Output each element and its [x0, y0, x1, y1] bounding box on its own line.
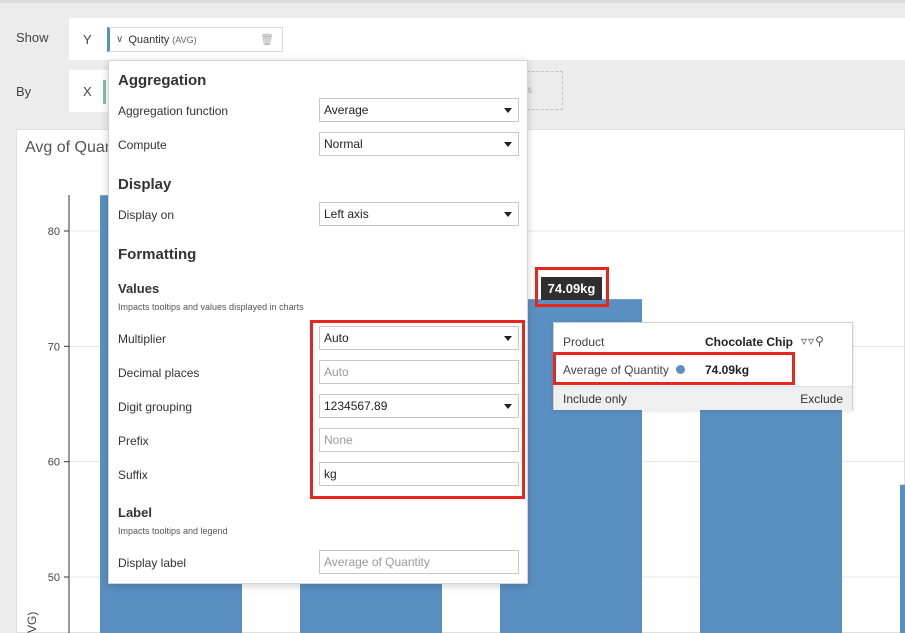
tooltip-product-label: Product: [563, 335, 605, 349]
values-subheading: Values: [118, 281, 160, 296]
aggregation-function-label: Aggregation function: [118, 104, 229, 118]
digit-grouping-select[interactable]: 1234567.89: [319, 394, 519, 418]
formatting-heading: Formatting: [118, 246, 197, 263]
display-label-label: Display label: [118, 556, 187, 570]
chart-tooltip: Product Chocolate Chip ▿▿⚲ Average of Qu…: [553, 322, 853, 410]
values-description: Impacts tooltips and values displayed in…: [118, 302, 304, 312]
bar: [900, 484, 905, 633]
suffix-label: Suffix: [118, 468, 148, 482]
display-on-select[interactable]: Left axis: [319, 202, 519, 226]
y-axis-title: VG): [25, 612, 39, 633]
y-tick-label: 80: [48, 226, 60, 238]
compute-label: Compute: [118, 138, 167, 152]
tooltip-metric-value: 74.09kg: [705, 363, 750, 377]
measure-format-popover: Aggregation Aggregation function Average…: [108, 60, 528, 584]
caret-down-icon: [504, 336, 512, 341]
digit-grouping-label: Digit grouping: [118, 400, 193, 414]
tooltip-product-value: Chocolate Chip: [705, 335, 794, 349]
series-dot-icon: [676, 365, 685, 374]
caret-down-icon: [504, 108, 512, 113]
display-label-input[interactable]: Average of Quantity: [319, 550, 519, 574]
filter-remove-icon[interactable]: ▿: [808, 334, 815, 348]
aggregation-heading: Aggregation: [118, 72, 207, 89]
caret-down-icon: [504, 404, 512, 409]
prefix-label: Prefix: [118, 434, 149, 448]
display-heading: Display: [118, 176, 172, 193]
y-tick-label: 60: [48, 457, 60, 469]
label-subheading: Label: [118, 505, 152, 520]
tooltip-metric-label: Average of Quantity: [563, 363, 669, 377]
multiplier-label: Multiplier: [118, 332, 167, 346]
search-icon[interactable]: ⚲: [815, 334, 825, 348]
compute-select[interactable]: Normal: [319, 132, 519, 156]
decimal-places-label: Decimal places: [118, 366, 200, 380]
tooltip-actions: Include only Exclude: [554, 386, 852, 410]
caret-down-icon: [504, 212, 512, 217]
include-only-button[interactable]: Include only: [563, 392, 627, 406]
prefix-input[interactable]: None: [319, 428, 519, 452]
tooltip-filter-icons[interactable]: ▿▿⚲: [801, 334, 825, 348]
suffix-input[interactable]: kg: [319, 462, 519, 486]
decimal-places-input[interactable]: Auto: [319, 360, 519, 384]
y-tick-label: 50: [48, 572, 60, 584]
label-description: Impacts tooltips and legend: [118, 526, 228, 536]
caret-down-icon: [504, 142, 512, 147]
display-on-label: Display on: [118, 208, 175, 222]
y-tick-label: 70: [48, 341, 60, 353]
exclude-button[interactable]: Exclude: [800, 392, 843, 406]
bar-value-label: 74.09kg: [541, 277, 602, 300]
aggregation-function-select[interactable]: Average: [319, 98, 519, 122]
filter-add-icon[interactable]: ▿: [801, 334, 808, 348]
multiplier-select[interactable]: Auto: [319, 326, 519, 350]
